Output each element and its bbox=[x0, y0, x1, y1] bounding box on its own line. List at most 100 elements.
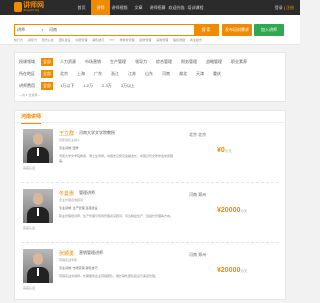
top-nav-bar: 讲师网 Jiangshi.org 首页 讲师 讲师视频 文章 讲师招募 欢迎光临… bbox=[0, 0, 300, 15]
filter-option[interactable]: 浙江 bbox=[109, 70, 121, 78]
filter-option[interactable]: 市场营销 bbox=[83, 58, 103, 66]
price-unit: 元/天 bbox=[240, 209, 248, 213]
filter-option[interactable]: 全部 bbox=[41, 70, 53, 78]
filter-label: 所在地区 bbox=[19, 71, 35, 76]
logo-subtext: Jiangshi.org bbox=[23, 8, 40, 12]
filter-option[interactable]: 江苏 bbox=[126, 70, 138, 78]
join-lecturer-button[interactable]: 加入讲师 bbox=[254, 24, 284, 36]
filter-option[interactable]: 3万以上 bbox=[119, 82, 137, 90]
filter-option[interactable]: 战略管理 bbox=[204, 58, 224, 66]
filter-option[interactable]: 重庆 bbox=[211, 70, 223, 78]
post-demand-button[interactable]: 发布培训需求 bbox=[222, 24, 252, 36]
avatar-tie bbox=[37, 208, 39, 216]
search-button[interactable]: 搜 索 bbox=[194, 25, 218, 35]
lecturer-location: 河南 郑州 bbox=[189, 192, 207, 197]
lecturer-field: 专业领域: 生产管理 班组建设 bbox=[59, 206, 98, 210]
avatar-head bbox=[33, 133, 43, 145]
lecturer-description: 职业管理培训师，生产管理与现场管理资深顾问，专注精益生产、班组长管理等方向。 bbox=[59, 214, 174, 218]
list-title: 河南讲师 bbox=[21, 111, 42, 124]
nav-item-welcome[interactable]: 欢迎光临 bbox=[167, 0, 186, 15]
hotword-link[interactable]: 团队建设 bbox=[59, 38, 71, 42]
hotword-link[interactable]: 中层管理 bbox=[75, 38, 87, 42]
hotword-link[interactable]: 股权激励 bbox=[173, 38, 185, 42]
lecturer-description: 河南大学文学院教授，博士生导师。中国史记研究会副会长，中国汉代文学学会常务理事。 bbox=[59, 154, 174, 163]
nav-item-lecturers[interactable]: 讲师 bbox=[91, 0, 110, 15]
search-box: 讲师 ▼ 河南 搜 索 bbox=[14, 24, 219, 36]
filter-option[interactable]: 河南 bbox=[160, 70, 172, 78]
lecturer-name[interactable]: 冬曼惠 bbox=[59, 190, 74, 197]
lecturer-subtitle: 百家讲坛主讲人 bbox=[59, 138, 81, 142]
price-value: ¥20000 bbox=[217, 267, 241, 274]
lecturer-title: 管理讲师 bbox=[79, 190, 95, 195]
filter-option[interactable]: 1万以下 bbox=[58, 82, 76, 90]
hotword-link[interactable]: TTT bbox=[109, 38, 115, 42]
lecturer-subtitle: 企业管理咨询顾问 bbox=[59, 198, 84, 202]
lecturer-price: ¥0元/天 bbox=[217, 147, 232, 154]
filter-label: 讲师费用 bbox=[19, 83, 35, 88]
lecturer-card[interactable]: 实名认证 王立群 河南大学文学院教授 百家讲坛主讲人 专业领域: 国学 河南大学… bbox=[21, 127, 279, 183]
avatar-head bbox=[33, 253, 43, 265]
filter-options: 全部 北京 上海 广东 浙江 江苏 山东 河南 湖北 天津 重庆 bbox=[41, 69, 228, 78]
nav-item-articles[interactable]: 文章 bbox=[129, 0, 148, 15]
verify-badge: 实名认证 bbox=[23, 166, 36, 170]
filter-option[interactable]: 山东 bbox=[143, 70, 155, 78]
hotword-link[interactable]: 领导力 bbox=[28, 38, 37, 42]
logo-mark-icon bbox=[14, 2, 22, 12]
filter-option[interactable]: 综合管理 bbox=[154, 58, 174, 66]
verify-badge: 实名认证 bbox=[23, 286, 36, 290]
filter-option[interactable]: 财务管理 bbox=[179, 58, 199, 66]
filter-option[interactable]: 天津 bbox=[194, 70, 206, 78]
lecturer-name[interactable]: 王立群 bbox=[59, 130, 74, 137]
chevron-down-icon: ▼ bbox=[41, 28, 44, 32]
lecturer-location: 河南 郑州 bbox=[189, 252, 207, 257]
filter-option[interactable]: 生产管理 bbox=[108, 58, 128, 66]
search-input[interactable]: 河南 bbox=[49, 25, 57, 35]
lecturer-avatar[interactable] bbox=[23, 189, 53, 223]
filter-option[interactable]: 1-2万 bbox=[81, 82, 95, 90]
filter-option[interactable]: 上海 bbox=[75, 70, 87, 78]
search-section: 讲师 ▼ 河南 搜 索 发布培训需求 加入讲师 执行力 领导力 阳光心态 团队建… bbox=[0, 15, 300, 45]
nav-item-courses[interactable]: 培训课程 bbox=[186, 0, 205, 15]
avatar-head bbox=[33, 193, 43, 205]
main-nav: 首页 讲师 讲师视频 文章 讲师招募 欢迎光临 培训课程 bbox=[72, 0, 205, 15]
lecturer-avatar[interactable] bbox=[23, 129, 53, 163]
avatar-tie bbox=[37, 148, 39, 156]
hotword-link[interactable]: 非财务管理 bbox=[120, 38, 135, 42]
hotword-link[interactable]: 绩效管理 bbox=[139, 38, 151, 42]
filter-option[interactable]: 领导力 bbox=[133, 58, 149, 66]
filter-option[interactable]: 北京 bbox=[58, 70, 70, 78]
hot-keywords: 执行力 领导力 阳光心态 团队建设 中层管理 销售技巧 TTT 非财务管理 绩效… bbox=[14, 38, 206, 42]
hotword-link[interactable]: 商业模式 bbox=[190, 38, 202, 42]
lecturer-card[interactable]: 实名认证 张顺勇 营销管理讲师 营销实战专家 专业领域: 市场营销 销售技巧 营… bbox=[21, 247, 279, 303]
hotword-link[interactable]: 销售技巧 bbox=[92, 38, 104, 42]
filter-option[interactable]: 人力资源 bbox=[58, 58, 78, 66]
price-unit: 元/天 bbox=[224, 149, 232, 153]
filter-option[interactable]: 全部 bbox=[41, 82, 53, 90]
filter-options: 全部 人力资源 市场营销 生产管理 领导力 综合管理 财务管理 战略管理 职业素… bbox=[41, 57, 254, 66]
hotword-link[interactable]: 执行力 bbox=[14, 38, 23, 42]
filter-option[interactable]: 职业素养 bbox=[229, 58, 249, 66]
hotword-link[interactable]: 阳光心态 bbox=[42, 38, 54, 42]
filter-option[interactable]: 广东 bbox=[92, 70, 104, 78]
lecturer-name[interactable]: 张顺勇 bbox=[59, 250, 74, 257]
nav-item-home[interactable]: 首页 bbox=[72, 0, 91, 15]
login-link[interactable]: 登录 bbox=[275, 5, 283, 10]
lecturer-price: ¥20000元/天 bbox=[217, 267, 247, 274]
lecturer-title: 河南大学文学院教授 bbox=[79, 130, 115, 135]
lecturer-avatar[interactable] bbox=[23, 249, 53, 283]
lecturer-card[interactable]: 实名认证 冬曼惠 管理讲师 企业管理咨询顾问 专业领域: 生产管理 班组建设 职… bbox=[21, 187, 279, 243]
auth-links: 登录 | 注册 bbox=[275, 0, 294, 15]
register-link[interactable]: 注册 bbox=[286, 5, 294, 10]
nav-item-videos[interactable]: 讲师视频 bbox=[110, 0, 129, 15]
hotword-link[interactable]: 采购管理 bbox=[156, 38, 168, 42]
nav-item-recruit[interactable]: 讲师招募 bbox=[148, 0, 167, 15]
price-unit: 元/天 bbox=[240, 269, 248, 273]
filter-option[interactable]: 2-3万 bbox=[100, 82, 114, 90]
lecturer-description: 营销实战派讲师，长期服务企业营销团队，擅长销售团队建设与渠道管理。 bbox=[59, 274, 159, 278]
site-logo[interactable]: 讲师网 Jiangshi.org bbox=[14, 2, 48, 13]
list-header: 河南讲师 bbox=[15, 111, 285, 124]
filter-option[interactable]: 湖北 bbox=[177, 70, 189, 78]
filter-label: 授课领域 bbox=[19, 59, 35, 64]
filter-option[interactable]: 全部 bbox=[41, 58, 53, 66]
lecturer-field: 专业领域: 市场营销 销售技巧 bbox=[59, 266, 98, 270]
